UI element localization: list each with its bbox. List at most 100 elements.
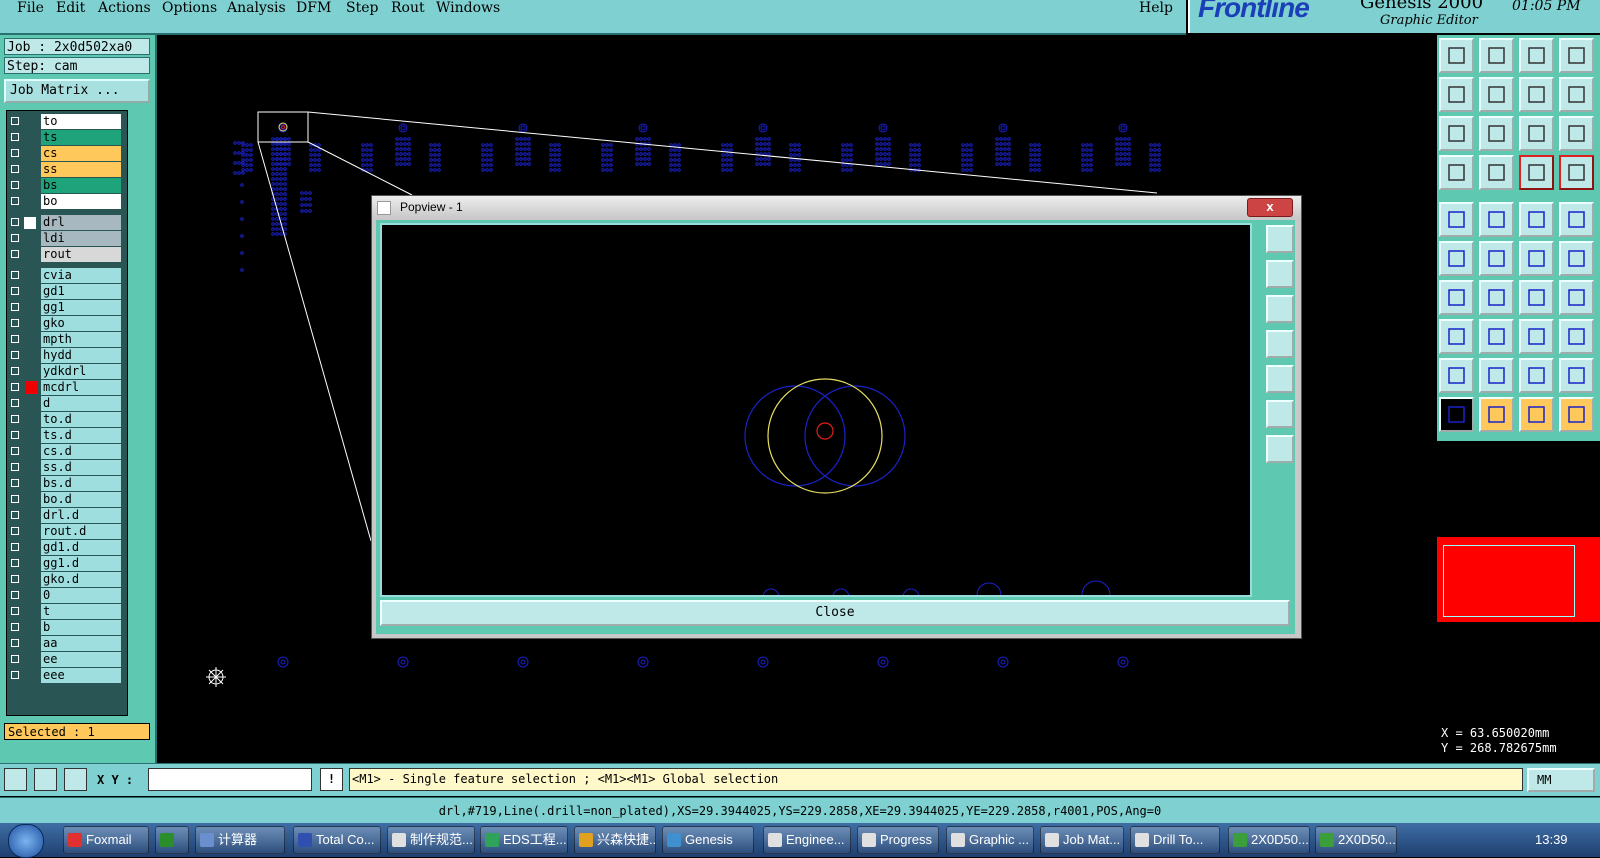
layer-checkbox[interactable] xyxy=(11,181,19,189)
layer-name[interactable]: gko xyxy=(41,316,121,331)
layer-name[interactable]: drl.d xyxy=(41,508,121,523)
snap-icon[interactable] xyxy=(4,768,27,791)
taskbar-button[interactable]: Genesis xyxy=(662,826,754,854)
popview-canvas[interactable] xyxy=(380,223,1252,597)
zoom-in-button[interactable] xyxy=(1266,400,1294,428)
add-pad-icon[interactable] xyxy=(1439,202,1474,237)
tools-icon[interactable] xyxy=(1439,155,1474,190)
copy-icon[interactable] xyxy=(1559,241,1594,276)
layer-checkbox[interactable] xyxy=(11,415,19,423)
mirror-icon[interactable] xyxy=(1559,280,1594,315)
layer-row[interactable]: cs.d xyxy=(7,444,127,460)
layer-name[interactable]: gko.d xyxy=(41,572,121,587)
snap-red-alt-icon[interactable] xyxy=(1559,155,1594,190)
measure-icon[interactable] xyxy=(34,768,57,791)
split-view-icon[interactable] xyxy=(1559,38,1594,73)
grid-icon[interactable] xyxy=(64,768,87,791)
taskbar-button[interactable]: Job Mat... xyxy=(1040,826,1124,854)
layer-checkbox[interactable] xyxy=(11,671,19,679)
taskbar-button[interactable] xyxy=(155,826,189,854)
taskbar-button[interactable]: Graphic ... xyxy=(946,826,1034,854)
layer-row[interactable]: bo.d xyxy=(7,492,127,508)
layer-checkbox[interactable] xyxy=(11,117,19,125)
layer-name[interactable]: drl xyxy=(41,215,121,230)
line-alt-icon[interactable] xyxy=(1479,280,1514,315)
arc-alt-icon[interactable] xyxy=(1479,358,1514,393)
layer-checkbox[interactable] xyxy=(11,527,19,535)
taskbar-button[interactable]: Enginee... xyxy=(763,826,851,854)
layer-row[interactable]: ss xyxy=(7,162,127,178)
layer-row[interactable]: gd1 xyxy=(7,284,127,300)
layer-checkbox[interactable] xyxy=(11,197,19,205)
layer-checkbox[interactable] xyxy=(11,287,19,295)
popview-close-button[interactable]: Close xyxy=(380,600,1290,626)
feature-icon[interactable] xyxy=(1439,319,1474,354)
layer-checkbox[interactable] xyxy=(11,351,19,359)
layer-checkbox[interactable] xyxy=(11,559,19,567)
layer-checkbox[interactable] xyxy=(11,431,19,439)
layer-up-icon[interactable] xyxy=(1439,38,1474,73)
layer-name[interactable]: to xyxy=(41,114,121,129)
arc-icon[interactable] xyxy=(1439,358,1474,393)
layer-row[interactable]: b xyxy=(7,620,127,636)
layer-name[interactable]: rout.d xyxy=(41,524,121,539)
layer-checkbox[interactable] xyxy=(11,639,19,647)
layer-down-icon[interactable] xyxy=(1479,38,1514,73)
resize-icon[interactable] xyxy=(1519,319,1554,354)
layer-row[interactable]: bo xyxy=(7,194,127,210)
layer-name[interactable]: ss xyxy=(41,162,121,177)
layer-checkbox[interactable] xyxy=(11,399,19,407)
connect-icon[interactable] xyxy=(1439,241,1474,276)
pan-right-icon[interactable] xyxy=(1479,77,1514,112)
layer-name[interactable]: gd1 xyxy=(41,284,121,299)
layer-row[interactable]: d xyxy=(7,396,127,412)
menu-step[interactable]: Step xyxy=(346,0,378,16)
layer-name[interactable]: ts xyxy=(41,130,121,145)
layer-checkbox[interactable] xyxy=(11,250,19,258)
layer-row[interactable]: bs.d xyxy=(7,476,127,492)
select-arrow-icon[interactable] xyxy=(1439,397,1474,432)
grid-icon[interactable] xyxy=(1479,155,1514,190)
layer-row[interactable]: drl.d xyxy=(7,508,127,524)
layer-name[interactable]: bs xyxy=(41,178,121,193)
layer-checkbox[interactable] xyxy=(11,133,19,141)
popview-titlebar[interactable]: Popview - 1 x xyxy=(372,196,1301,218)
menu-options[interactable]: Options xyxy=(162,0,217,16)
layer-name[interactable]: t xyxy=(41,604,121,619)
move-icon[interactable] xyxy=(1519,241,1554,276)
layer-name[interactable]: b xyxy=(41,620,121,635)
taskbar-button[interactable]: 2X0D50... xyxy=(1315,826,1397,854)
layer-name[interactable]: ss.d xyxy=(41,460,121,475)
menu-help[interactable]: Help xyxy=(1139,0,1173,16)
group-icon[interactable] xyxy=(1559,319,1594,354)
layer-name[interactable]: bo.d xyxy=(41,492,121,507)
layer-name[interactable]: bo xyxy=(41,194,121,209)
taskbar-button[interactable]: 制作规范... xyxy=(387,826,475,854)
layer-row[interactable]: mpth xyxy=(7,332,127,348)
xy-input[interactable] xyxy=(148,768,312,791)
window-close-button[interactable]: x xyxy=(1247,198,1293,217)
layer-checkbox[interactable] xyxy=(11,463,19,471)
layer-name[interactable]: cs xyxy=(41,146,121,161)
layer-row[interactable]: drl xyxy=(7,215,127,231)
layer-name[interactable]: ee xyxy=(41,652,121,667)
arc-four-icon[interactable] xyxy=(1559,358,1594,393)
add-shape-icon[interactable] xyxy=(1479,202,1514,237)
layer-row[interactable]: bs xyxy=(7,178,127,194)
menu-actions[interactable]: Actions xyxy=(98,0,151,16)
redraw-icon[interactable] xyxy=(1559,77,1594,112)
layer-name[interactable]: gg1.d xyxy=(41,556,121,571)
layer-row[interactable]: to xyxy=(7,114,127,130)
layer-name[interactable]: ts.d xyxy=(41,428,121,443)
pan-up-button[interactable] xyxy=(1266,260,1294,288)
layer-checkbox[interactable] xyxy=(11,447,19,455)
rotate-icon[interactable] xyxy=(1519,280,1554,315)
layer-checkbox[interactable] xyxy=(11,543,19,551)
menu-dfm[interactable]: DFM xyxy=(296,0,331,16)
taskbar-button[interactable]: Drill To... xyxy=(1130,826,1220,854)
layer-checkbox[interactable] xyxy=(11,575,19,583)
layer-name[interactable]: gg1 xyxy=(41,300,121,315)
layer-checkbox[interactable] xyxy=(11,479,19,487)
layer-checkbox[interactable] xyxy=(11,623,19,631)
layer-name[interactable]: ydkdrl xyxy=(41,364,121,379)
